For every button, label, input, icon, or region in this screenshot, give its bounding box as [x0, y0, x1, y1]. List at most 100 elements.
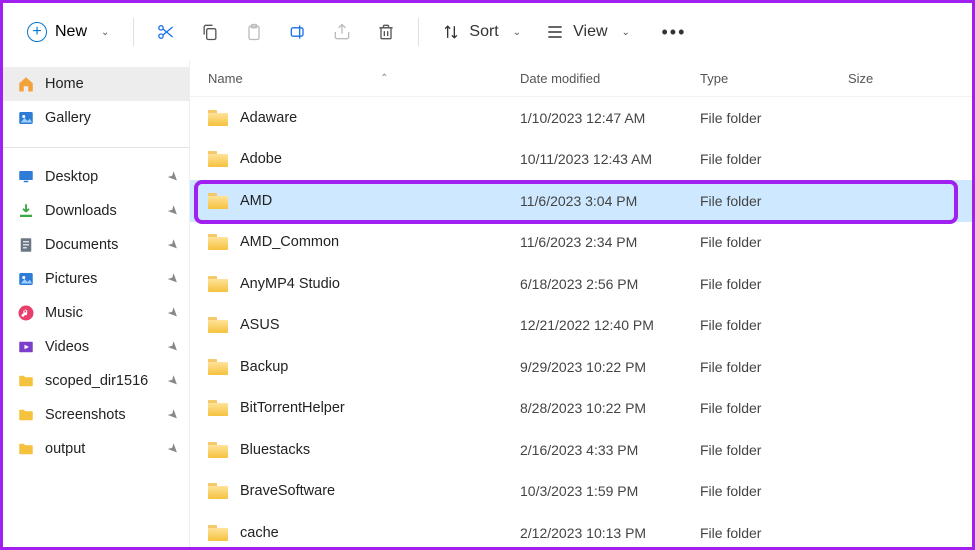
- share-icon: [332, 22, 352, 42]
- file-type: File folder: [700, 525, 848, 541]
- file-date: 9/29/2023 10:22 PM: [520, 359, 700, 375]
- file-date: 11/6/2023 3:04 PM: [520, 193, 700, 209]
- sidebar-item-documents[interactable]: Documents➤: [3, 228, 189, 262]
- table-row[interactable]: ASUS 12/21/2022 12:40 PMFile folder: [190, 305, 972, 347]
- file-date: 2/16/2023 4:33 PM: [520, 442, 700, 458]
- file-type: File folder: [700, 234, 848, 250]
- trash-icon: [376, 22, 396, 42]
- file-name: ASUS: [240, 317, 280, 333]
- file-name: Adobe: [240, 151, 282, 167]
- sidebar-item-gallery[interactable]: Gallery: [3, 101, 189, 135]
- file-date: 2/12/2023 10:13 PM: [520, 525, 700, 541]
- documents-icon: [17, 236, 35, 254]
- table-row[interactable]: Bluestacks2/16/2023 4:33 PMFile folder: [190, 429, 972, 471]
- folder-icon: [17, 406, 35, 424]
- sidebar-item-label: Pictures: [45, 271, 175, 287]
- file-type: File folder: [700, 276, 848, 292]
- divider: [3, 147, 189, 148]
- sidebar-item-label: Desktop: [45, 169, 175, 185]
- folder-icon: [208, 234, 228, 250]
- sidebar-item-label: Videos: [45, 339, 175, 355]
- file-date: 11/6/2023 2:34 PM: [520, 234, 700, 250]
- content-area: Name ⌃ Date modified Type Size Adaware1/…: [190, 61, 972, 547]
- chevron-down-icon: ⌄: [101, 27, 109, 38]
- file-type: File folder: [700, 151, 848, 167]
- column-header-type[interactable]: Type: [700, 71, 848, 86]
- file-type: File folder: [700, 110, 848, 126]
- nav-section-pinned: Desktop➤Downloads➤Documents➤Pictures➤Mus…: [3, 154, 189, 472]
- file-name: AnyMP4 Studio: [240, 276, 340, 292]
- separator: [418, 18, 419, 46]
- paste-button: [232, 14, 276, 50]
- delete-button[interactable]: [364, 14, 408, 50]
- table-row[interactable]: AMD11/6/2023 3:04 PMFile folder: [190, 180, 972, 222]
- file-date: 12/21/2022 12:40 PM: [520, 317, 700, 333]
- copy-button[interactable]: [188, 14, 232, 50]
- more-button[interactable]: •••: [652, 14, 696, 50]
- column-name-label: Name: [208, 71, 243, 86]
- nav-section-top: Home Gallery: [3, 61, 189, 141]
- folder-icon: [208, 151, 228, 167]
- file-name: Bluestacks: [240, 442, 310, 458]
- view-icon: [545, 22, 565, 42]
- sidebar-item-videos[interactable]: Videos➤: [3, 330, 189, 364]
- sidebar-item-label: Home: [45, 76, 84, 92]
- clipboard-icon: [244, 22, 264, 42]
- sort-button[interactable]: Sort ⌄: [429, 16, 533, 48]
- chevron-down-icon: ⌄: [622, 27, 630, 38]
- column-header-date[interactable]: Date modified: [520, 71, 700, 86]
- table-row[interactable]: AnyMP4 Studio 6/18/2023 2:56 PMFile folde…: [190, 263, 972, 305]
- file-rows: Adaware1/10/2023 12:47 AMFile folderAdob…: [190, 97, 972, 547]
- sidebar-item-scoped-dir1516[interactable]: scoped_dir1516➤: [3, 364, 189, 398]
- sidebar-item-label: scoped_dir1516: [45, 373, 175, 389]
- pictures-icon: [17, 270, 35, 288]
- folder-icon: [208, 525, 228, 541]
- folder-icon: [17, 440, 35, 458]
- sidebar-item-desktop[interactable]: Desktop➤: [3, 160, 189, 194]
- folder-icon: [208, 400, 228, 416]
- sort-label: Sort: [469, 23, 498, 41]
- file-type: File folder: [700, 400, 848, 416]
- folder-icon: [17, 372, 35, 390]
- table-row[interactable]: Backup9/29/2023 10:22 PMFile folder: [190, 346, 972, 388]
- file-type: File folder: [700, 483, 848, 499]
- file-name: cache: [240, 525, 279, 541]
- column-header-name[interactable]: Name ⌃: [208, 71, 520, 86]
- file-date: 10/11/2023 12:43 AM: [520, 151, 700, 167]
- chevron-down-icon: ⌄: [513, 27, 521, 38]
- sidebar-item-output[interactable]: output➤: [3, 432, 189, 466]
- file-date: 6/18/2023 2:56 PM: [520, 276, 700, 292]
- table-row[interactable]: BitTorrentHelper8/28/2023 10:22 PMFile f…: [190, 388, 972, 430]
- sidebar-item-downloads[interactable]: Downloads➤: [3, 194, 189, 228]
- music-icon: [17, 304, 35, 322]
- ellipsis-icon: •••: [661, 22, 686, 43]
- sidebar-item-home[interactable]: Home: [3, 67, 189, 101]
- sidebar-item-pictures[interactable]: Pictures➤: [3, 262, 189, 296]
- table-row[interactable]: Adaware1/10/2023 12:47 AMFile folder: [190, 97, 972, 139]
- view-button[interactable]: View ⌄: [533, 16, 642, 48]
- sidebar-item-label: Downloads: [45, 203, 175, 219]
- sidebar-item-label: Documents: [45, 237, 175, 253]
- rename-button[interactable]: [276, 14, 320, 50]
- cut-button[interactable]: [144, 14, 188, 50]
- home-icon: [17, 75, 35, 93]
- videos-icon: [17, 338, 35, 356]
- file-name: Backup: [240, 359, 288, 375]
- table-row[interactable]: cache 2/12/2023 10:13 PMFile folder: [190, 512, 972, 547]
- rename-icon: [288, 22, 308, 42]
- table-row[interactable]: AMD_Common11/6/2023 2:34 PMFile folder: [190, 222, 972, 264]
- table-row[interactable]: BraveSoftware10/3/2023 1:59 PMFile folde…: [190, 471, 972, 513]
- sidebar-item-label: Music: [45, 305, 175, 321]
- desktop-icon: [17, 168, 35, 186]
- scissors-icon: [156, 22, 176, 42]
- file-type: File folder: [700, 317, 848, 333]
- new-button[interactable]: + New ⌄: [13, 16, 123, 48]
- sidebar-item-screenshots[interactable]: Screenshots➤: [3, 398, 189, 432]
- sidebar-item-music[interactable]: Music➤: [3, 296, 189, 330]
- sort-icon: [441, 22, 461, 42]
- sidebar-item-label: Gallery: [45, 110, 91, 126]
- table-row[interactable]: Adobe 10/11/2023 12:43 AMFile folder: [190, 139, 972, 181]
- sidebar-item-label: output: [45, 441, 175, 457]
- column-header-size[interactable]: Size: [848, 71, 918, 86]
- folder-icon: [208, 193, 228, 209]
